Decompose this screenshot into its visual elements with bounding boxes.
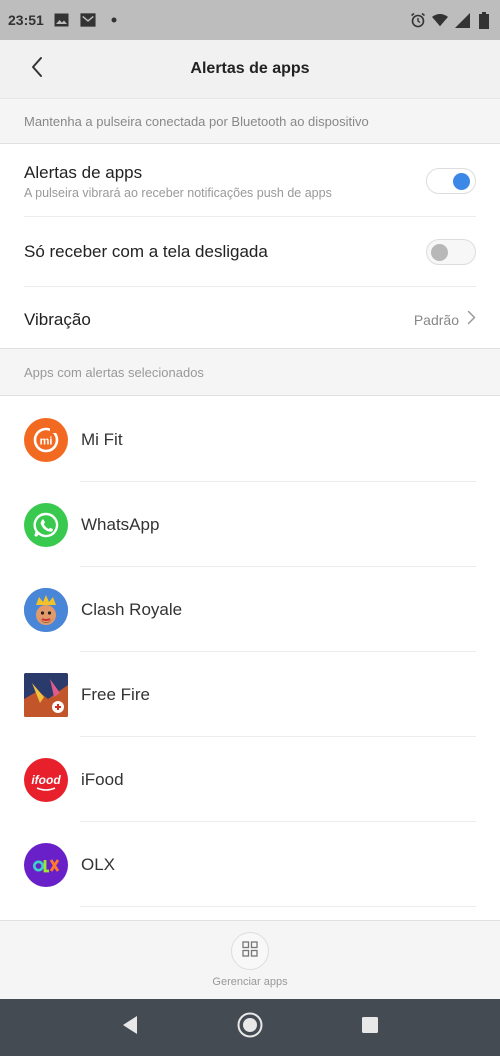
status-left: 23:51 (8, 12, 122, 28)
system-nav-bar (0, 999, 500, 1056)
toggle-knob (431, 244, 448, 261)
signal-icon (454, 12, 470, 28)
dot-icon (106, 12, 122, 28)
image-icon (54, 12, 70, 28)
app-name: Mi Fit (81, 429, 123, 449)
app-name: Free Fire (81, 684, 150, 704)
list-item[interactable]: ifood iFood (0, 737, 500, 822)
app-name: Clash Royale (81, 599, 183, 619)
list-item[interactable]: WhatsApp (0, 482, 500, 567)
toggle-knob (453, 173, 470, 190)
manage-apps-button[interactable] (231, 932, 269, 970)
clash-royale-icon (24, 587, 68, 632)
app-name: WhatsApp (81, 514, 160, 534)
chevron-right-icon (467, 310, 476, 330)
bottom-action-bar: Gerenciar apps (0, 920, 500, 999)
setting-screen-off[interactable]: Só receber com a tela desligada (0, 217, 500, 287)
vibration-value: Padrão (413, 312, 459, 328)
app-name: OLX (81, 854, 116, 874)
setting-screen-off-title: Só receber com a tela desligada (24, 242, 268, 261)
app-header: Alertas de apps (0, 40, 500, 98)
battery-icon (476, 11, 492, 29)
status-bar: 23:51 (0, 0, 500, 40)
svg-text:ifood: ifood (31, 773, 61, 787)
vibration-value-button[interactable]: Padrão (414, 310, 476, 330)
app-alerts-toggle[interactable] (426, 168, 476, 194)
page-title: Alertas de apps (190, 60, 310, 77)
setting-screen-off-text: Só receber com a tela desligada (24, 242, 268, 262)
wifi-icon (432, 12, 448, 28)
list-item[interactable]: Free Fire (0, 652, 500, 737)
info-text: Mantenha a pulseira conectada por Blueto… (24, 113, 369, 129)
home-circle-icon (236, 1011, 264, 1044)
ifood-icon: ifood (24, 757, 68, 802)
svg-text:mi: mi (40, 435, 53, 447)
status-time: 23:51 (8, 12, 44, 28)
setting-app-alerts[interactable]: Alertas de apps A pulseira vibrará ao re… (0, 145, 500, 217)
apps-section-header: Apps com alertas selecionados (0, 348, 500, 396)
mail-icon (80, 12, 96, 28)
whatsapp-icon (24, 502, 68, 547)
olx-icon (24, 842, 68, 887)
manage-apps-label: Gerenciar apps (212, 976, 288, 988)
setting-app-alerts-text: Alertas de apps A pulseira vibrará ao re… (24, 163, 332, 200)
app-name: iFood (81, 769, 124, 789)
list-item[interactable]: Clash Royale (0, 567, 500, 652)
status-right (410, 11, 492, 29)
settings-list: Alertas de apps A pulseira vibrará ao re… (0, 145, 500, 353)
apps-section-title: Apps com alertas selecionados (24, 364, 204, 380)
alarm-icon (410, 12, 426, 28)
mifit-icon: mi (24, 417, 68, 462)
screen-off-toggle[interactable] (426, 239, 476, 265)
setting-vibration[interactable]: Vibração Padrão (0, 287, 500, 353)
back-triangle-icon (121, 1015, 139, 1040)
chevron-left-icon (30, 56, 44, 83)
nav-recents-button[interactable] (350, 1008, 390, 1048)
list-item[interactable]: mi Mi Fit (0, 397, 500, 482)
nav-back-button[interactable] (110, 1008, 150, 1048)
app-list: mi Mi Fit WhatsApp Clash Royale Free Fir… (0, 397, 500, 907)
list-item[interactable]: OLX (0, 822, 500, 907)
grid-icon (242, 940, 258, 962)
back-button[interactable] (22, 54, 52, 84)
info-bar: Mantenha a pulseira conectada por Blueto… (0, 98, 500, 144)
nav-home-button[interactable] (230, 1008, 270, 1048)
divider (80, 906, 476, 907)
setting-vibration-title: Vibração (24, 310, 91, 329)
setting-app-alerts-title: Alertas de apps (24, 162, 143, 182)
setting-app-alerts-subtitle: A pulseira vibrará ao receber notificaçõ… (24, 185, 332, 200)
free-fire-icon (24, 672, 68, 717)
recents-square-icon (361, 1016, 379, 1039)
setting-vibration-text: Vibração (24, 310, 91, 330)
